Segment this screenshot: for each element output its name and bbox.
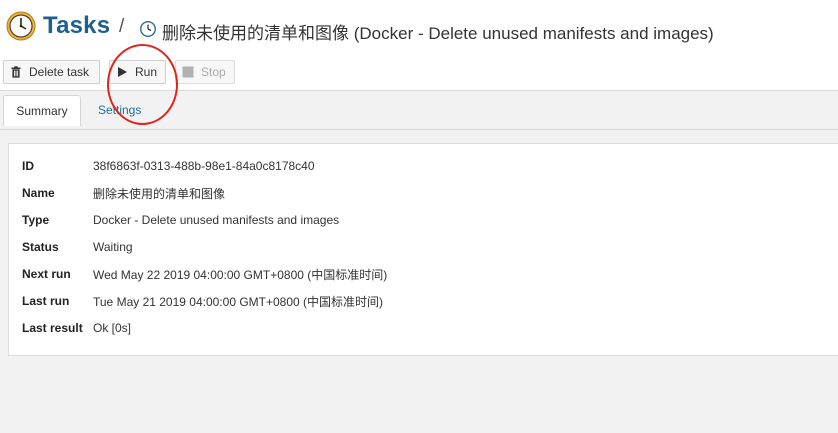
- detail-key: Type: [22, 213, 50, 227]
- detail-row-next-run: Next run Wed May 22 2019 04:00:00 GMT+08…: [22, 264, 387, 284]
- page-header: Tasks / 删除未使用的清单和图像 (Docker - Delete unu…: [0, 0, 838, 56]
- detail-key: Last result: [22, 321, 83, 335]
- delete-task-button[interactable]: Delete task: [3, 60, 100, 84]
- detail-value: Waiting: [93, 240, 133, 254]
- stop-label: Stop: [201, 65, 226, 79]
- tab-bar: Summary Settings: [0, 91, 838, 130]
- detail-value: Wed May 22 2019 04:00:00 GMT+0800 (中国标准时…: [93, 267, 388, 282]
- detail-key: Last run: [22, 294, 70, 308]
- detail-value: 38f6863f-0313-488b-98e1-84a0c8178c40: [93, 159, 315, 173]
- detail-row-status: Status Waiting: [22, 237, 133, 257]
- detail-value: Docker - Delete unused manifests and ima…: [93, 213, 340, 227]
- clock-icon: [6, 11, 36, 41]
- tab-settings-label: Settings: [98, 103, 142, 117]
- detail-row-last-run: Last run Tue May 21 2019 04:00:00 GMT+08…: [22, 291, 383, 311]
- detail-key: Next run: [22, 267, 71, 281]
- detail-value: 删除未使用的清单和图像: [93, 186, 226, 201]
- summary-panel: ID 38f6863f-0313-488b-98e1-84a0c8178c40 …: [8, 143, 838, 356]
- detail-value: Ok [0s]: [93, 321, 132, 335]
- run-button[interactable]: Run: [109, 60, 166, 84]
- detail-row-type: Type Docker - Delete unused manifests an…: [22, 210, 339, 230]
- delete-task-label: Delete task: [29, 65, 90, 79]
- play-icon: [117, 67, 127, 77]
- detail-key: ID: [22, 159, 34, 173]
- detail-key: Status: [22, 240, 59, 254]
- detail-row-id: ID 38f6863f-0313-488b-98e1-84a0c8178c40: [22, 156, 315, 176]
- detail-value: Tue May 21 2019 04:00:00 GMT+0800 (中国标准时…: [93, 294, 384, 309]
- trash-icon: [11, 66, 21, 78]
- stop-icon: [182, 66, 194, 78]
- task-title: 删除未使用的清单和图像 (Docker - Delete unused mani…: [162, 24, 714, 43]
- run-label: Run: [134, 65, 157, 79]
- breadcrumb-separator: /: [119, 16, 125, 37]
- tab-settings[interactable]: Settings: [86, 95, 153, 125]
- tab-summary-label: Summary: [16, 104, 68, 118]
- detail-row-last-result: Last result Ok [0s]: [22, 318, 131, 338]
- toolbar: Delete task Run Stop: [0, 56, 838, 91]
- small-clock-icon: [140, 21, 156, 37]
- tab-summary[interactable]: Summary: [3, 95, 81, 126]
- stop-button[interactable]: Stop: [175, 60, 235, 84]
- detail-row-name: Name 删除未使用的清单和图像: [22, 183, 225, 203]
- page-title[interactable]: Tasks: [43, 12, 110, 40]
- detail-key: Name: [22, 186, 55, 200]
